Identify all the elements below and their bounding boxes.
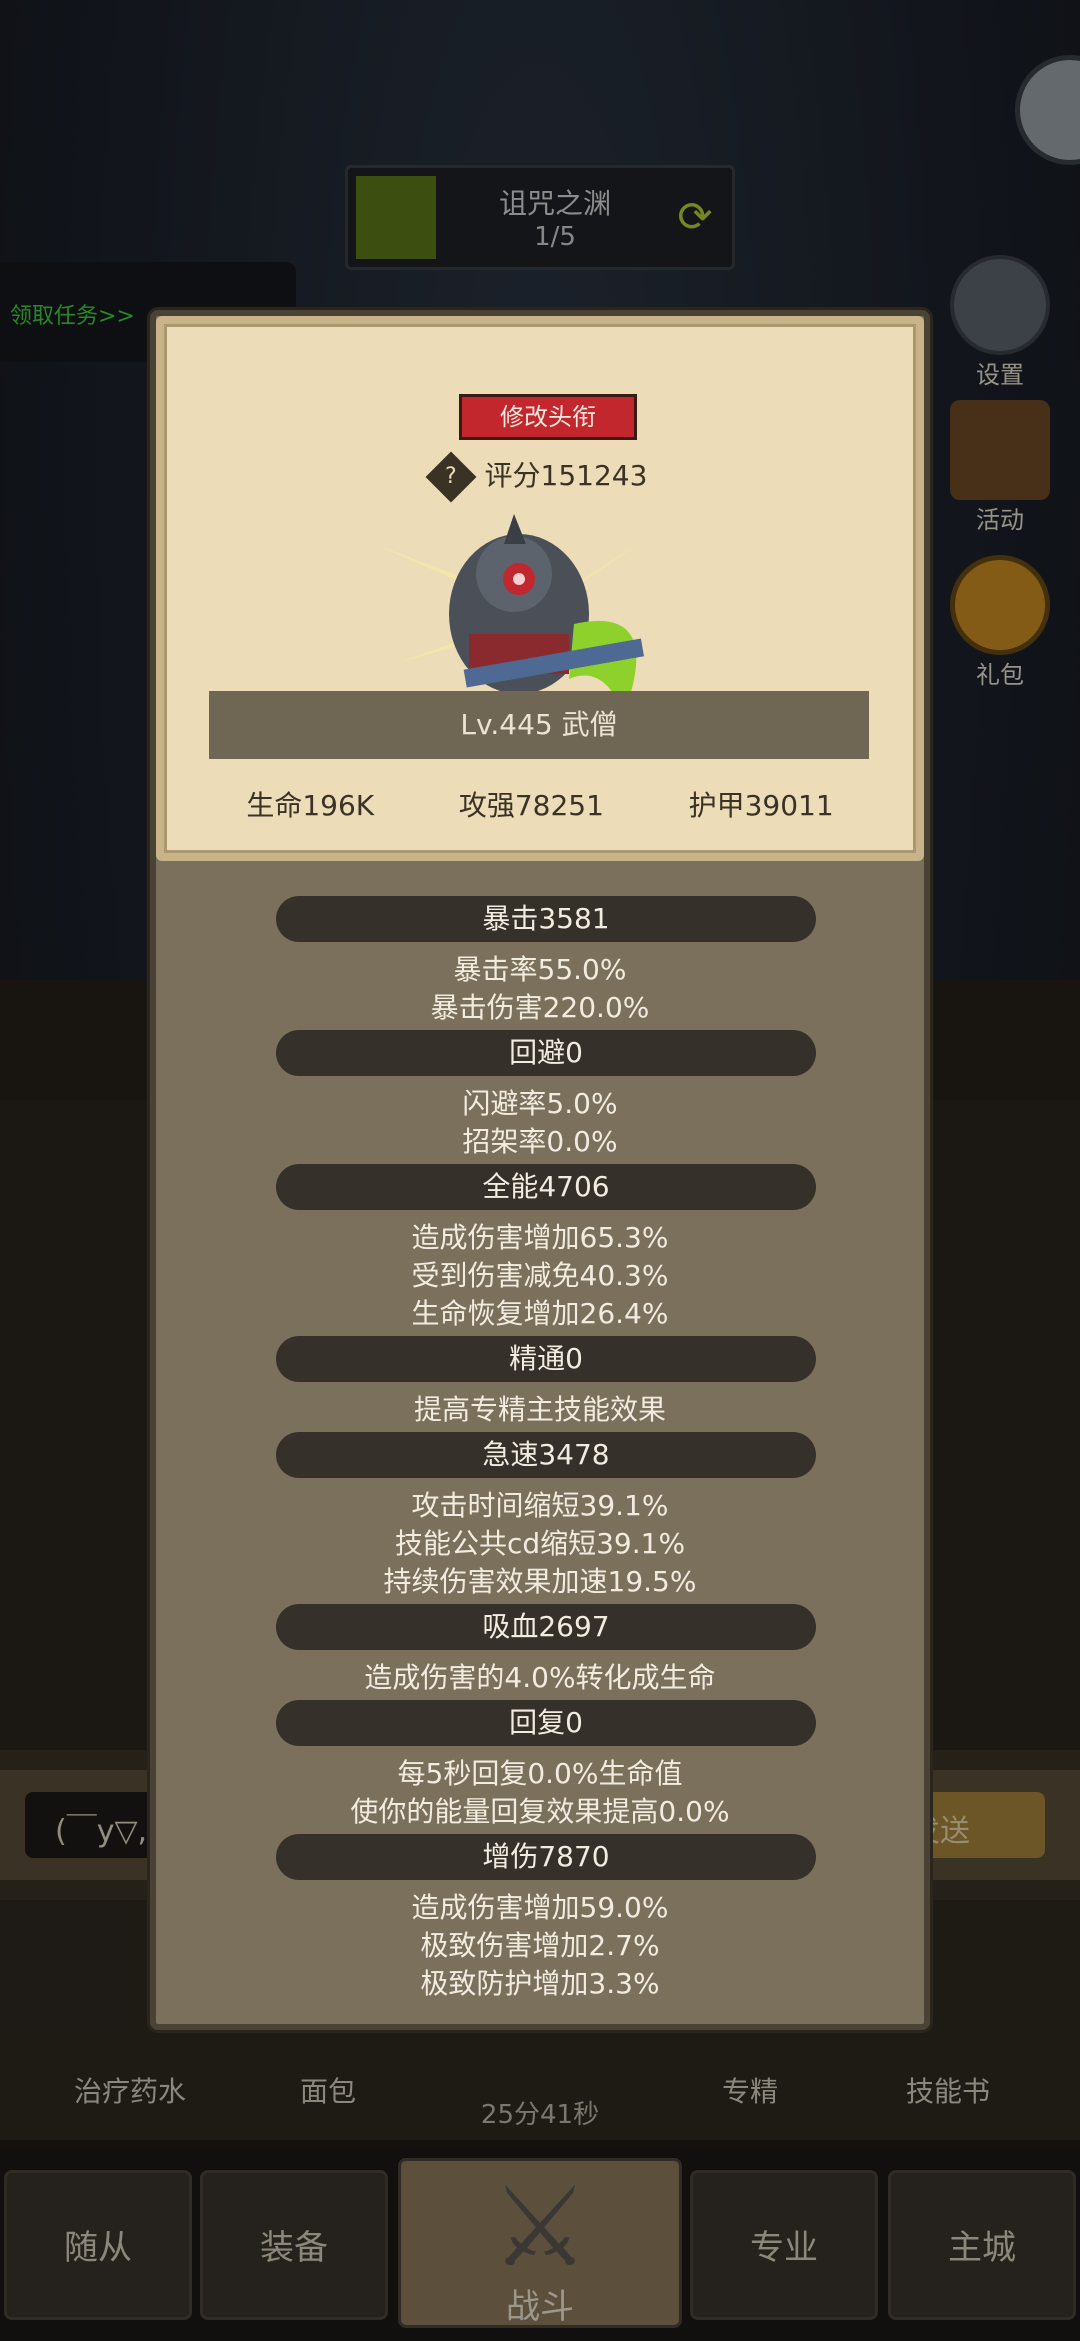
stat-section-header: 精通0	[276, 1336, 816, 1382]
level-bar: Lv.445 武僧	[209, 691, 869, 759]
primary-stats: 生命196K 攻强78251 护甲39011	[164, 784, 916, 824]
stat-section-line: 闪避率5.0%	[462, 1087, 618, 1120]
stat-section-line: 每5秒回复0.0%生命值	[397, 1757, 683, 1790]
stat-section-line: 极致防护增加3.3%	[420, 1967, 660, 2000]
stat-section-line: 受到伤害减免40.3%	[411, 1259, 669, 1292]
stat-section-line: 技能公共cd缩短39.1%	[394, 1527, 686, 1560]
armor-stat: 护甲39011	[688, 789, 834, 822]
score-row: ? 评分151243	[164, 451, 916, 503]
stat-section-line: 使你的能量回复效果提高0.0%	[350, 1795, 730, 1828]
stat-section-header: 回避0	[276, 1030, 816, 1076]
stat-section-line: 极致伤害增加2.7%	[420, 1929, 660, 1962]
stat-section-line: 造成伤害的4.0%转化成生命	[364, 1661, 716, 1694]
stat-section-line: 暴击伤害220.0%	[430, 991, 650, 1024]
character-stats-panel: 修改头衔 ? 评分151243 Lv.445 武僧 生命196K 攻强78251 …	[150, 310, 930, 2030]
hp-stat: 生命196K	[246, 789, 375, 822]
stat-section-header: 暴击3581	[276, 896, 816, 942]
attack-stat: 攻强78251	[458, 789, 604, 822]
stat-section-header: 全能4706	[276, 1164, 816, 1210]
stat-section-line: 造成伤害增加65.3%	[411, 1221, 669, 1254]
stat-section-line: 生命恢复增加26.4%	[411, 1297, 669, 1330]
stat-section-header: 吸血2697	[276, 1604, 816, 1650]
stat-section-header: 急速3478	[276, 1432, 816, 1478]
score-value: 评分151243	[484, 459, 648, 492]
character-card: 修改头衔 ? 评分151243 Lv.445 武僧 生命196K 攻强78251 …	[156, 316, 924, 861]
stat-section-header: 回复0	[276, 1700, 816, 1746]
help-icon[interactable]: ?	[425, 451, 477, 503]
stat-section-line: 持续伤害效果加速19.5%	[383, 1565, 697, 1598]
stat-section-header: 增伤7870	[276, 1834, 816, 1880]
stat-section-line: 暴击率55.0%	[453, 953, 627, 986]
stat-section-line: 攻击时间缩短39.1%	[411, 1489, 669, 1522]
stat-section-line: 提高专精主技能效果	[413, 1393, 666, 1426]
edit-title-button[interactable]: 修改头衔	[459, 394, 637, 440]
stat-section-line: 招架率0.0%	[462, 1125, 618, 1158]
stat-section-line: 造成伤害增加59.0%	[411, 1891, 669, 1924]
